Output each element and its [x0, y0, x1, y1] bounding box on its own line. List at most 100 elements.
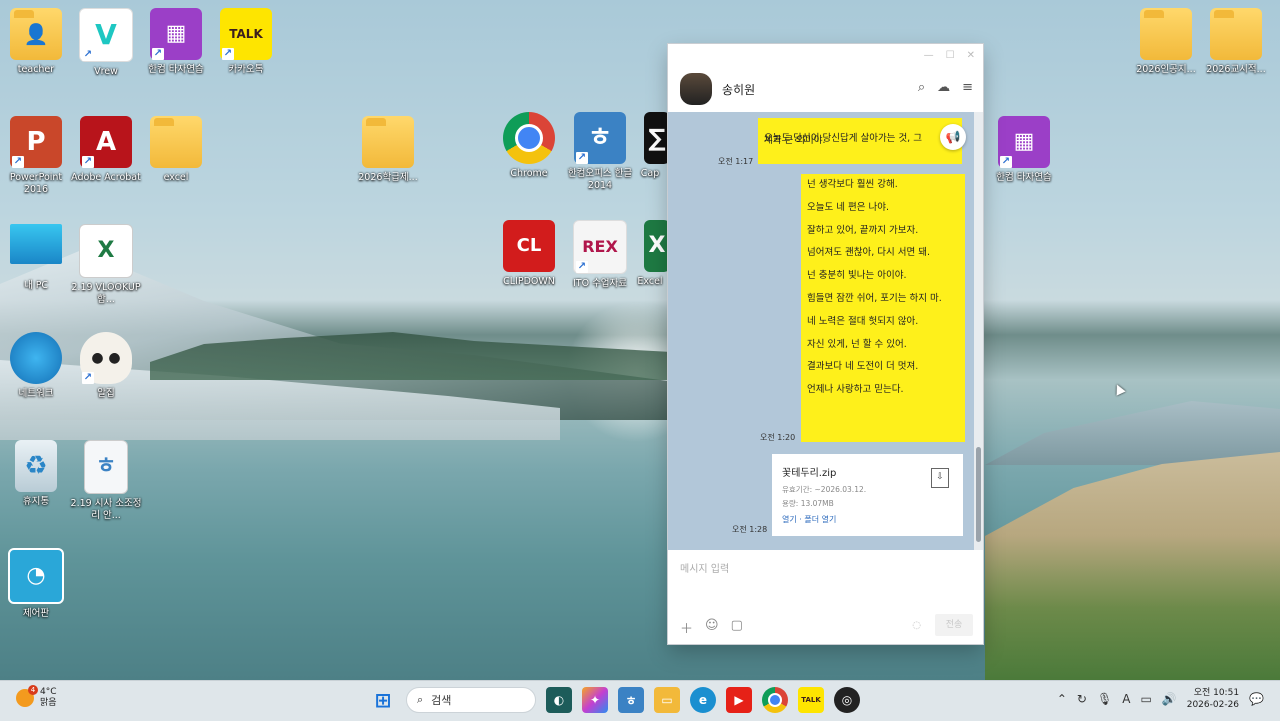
wallpaper-mountain-right [985, 401, 1280, 465]
copilot-app-icon[interactable]: ◐ [546, 687, 572, 713]
download-icon[interactable]: ⇩ [931, 468, 949, 488]
search-icon: ⌕ [417, 693, 424, 706]
edge-icon[interactable]: e [690, 687, 716, 713]
weather-sun-icon: 4 [16, 685, 38, 707]
desktop-icon-vrew[interactable]: V ↗ Vrew [70, 8, 142, 78]
desktop-icon-teacher[interactable]: 👤 teacher [0, 8, 72, 76]
youtube-icon[interactable]: ▶ [726, 687, 752, 713]
volume-icon[interactable]: 🔊 [1162, 692, 1177, 706]
network-icon[interactable]: ▭ [1140, 692, 1151, 706]
message-time: 오전 1:17 [718, 157, 754, 166]
message-bubble[interactable]: 오늘도 당신이 당신답게 살아가는 것, 그 체가 큰 의미야. [758, 118, 962, 164]
desktop-icon-chrome[interactable]: Chrome [493, 112, 565, 180]
message-bubble[interactable]: 넌 생각보다 훨씬 강해. 오늘도 네 편은 나야. 잘하고 있어, 끝까지 가… [801, 174, 965, 442]
weather-temp: 4°C [40, 687, 57, 697]
chat-header: 송히원 ⌕ ☁ ≡ [668, 66, 983, 112]
weather-widget[interactable]: 4 4°C 맑음 [16, 685, 57, 709]
scrollbar[interactable] [974, 112, 983, 550]
desktop-icon-folder-2026[interactable]: 2026학급제... [352, 116, 424, 184]
desktop-icon-powerpoint[interactable]: P ↗ PowerPoint 2016 [0, 116, 72, 196]
desktop-icon-excel-folder[interactable]: excel [140, 116, 212, 184]
message-list[interactable]: 오전 1:17 오늘도 당신이 당신답게 살아가는 것, 그 체가 큰 의미야.… [668, 112, 974, 550]
obs-icon[interactable]: ◎ [834, 687, 860, 713]
minimize-icon[interactable]: — [924, 50, 934, 61]
copilot-icon[interactable]: ✦ [582, 687, 608, 713]
icon-label: 2026학급제... [358, 172, 418, 183]
rex-icon: REX ↗ [573, 220, 627, 274]
desktop-icon-hancom-office[interactable]: ㅎ ↗ 한컴오피스 한글 2014 [564, 112, 636, 192]
avatar[interactable] [680, 73, 712, 105]
folder-icon: 👤 [10, 8, 62, 60]
message-line: 오늘도 당신이 당신답게 살아가는 것, 그 [764, 133, 922, 144]
search-box[interactable]: ⌕ 검색 [406, 687, 536, 713]
hangul-icon: ㅎ ↗ [574, 112, 626, 164]
kakaotalk-taskbar-icon[interactable]: TALK [798, 687, 824, 713]
desktop-icon-cap[interactable]: ∑ Cap [632, 112, 668, 180]
desktop-icon-doc-219[interactable]: ㅎ 2.19 시사 소조정리 안... [70, 440, 142, 522]
desktop-icon-control[interactable]: ◔ 제어판 [0, 548, 72, 620]
desktop-icon-recycle[interactable]: ♻ 휴지통 [0, 440, 72, 508]
message-time: 오전 1:20 [760, 433, 796, 442]
folder-icon [1210, 8, 1262, 60]
voice-icon[interactable]: ◌ [912, 620, 921, 631]
add-icon[interactable]: ＋ [680, 618, 693, 637]
search-icon[interactable]: ⌕ [918, 80, 925, 95]
icon-label: 휴지통 [22, 496, 50, 507]
hangul-taskbar-icon[interactable]: ㅎ [618, 687, 644, 713]
desktop-icon-acrobat[interactable]: A ↗ Adobe Acrobat [70, 116, 142, 184]
desktop-icon-ito[interactable]: REX ↗ ITO 수업자료 [564, 220, 636, 290]
contact-name: 송히원 [722, 82, 756, 97]
desktop-icon-network[interactable]: 네트워크 [0, 332, 72, 400]
icon-label: 2026교시적... [1206, 64, 1266, 75]
desktop-icon-folder-a[interactable]: 2026인공지... [1130, 8, 1202, 76]
desktop-icon-folder-b[interactable]: 2026교시적... [1200, 8, 1272, 76]
message-line: 결과보다 네 도전이 더 멋져. [807, 361, 919, 373]
scrollbar-thumb[interactable] [976, 447, 981, 542]
microphone-icon[interactable]: 🎙 [1097, 692, 1112, 706]
file-message[interactable]: 꽃테두리.zip 유효기간: ~2026.03.12. 용량: 13.07MB … [772, 454, 963, 536]
weather-badge: 4 [28, 685, 38, 695]
icon-label: ITO 수업자료 [572, 278, 628, 289]
notification-icon[interactable]: 💬 [1249, 692, 1264, 706]
desktop-icon-alzip[interactable]: ● ● ↗ 알집 [70, 332, 142, 400]
desktop-icon-kakaotalk[interactable]: TALK ↗ 카카오톡 [210, 8, 282, 76]
menu-icon[interactable]: ≡ [962, 80, 973, 95]
ime-icon[interactable]: A [1122, 692, 1130, 706]
folder-icon [150, 116, 202, 168]
desktop-icon-typing2[interactable]: ▦ ↗ 한컴 타자연습 [988, 116, 1060, 184]
desktop-icon-excel[interactable]: X Excel [632, 220, 668, 288]
message-time: 오전 1:28 [732, 525, 768, 534]
announcement-icon[interactable]: 📢 [940, 124, 966, 150]
desktop-icon-hancom-typing[interactable]: ▦ ↗ 한컴 타자연습 [140, 8, 212, 76]
hwp-file-icon: ㅎ [84, 440, 128, 494]
chrome-taskbar-icon[interactable] [762, 687, 788, 713]
folder-icon [1140, 8, 1192, 60]
desktop-icon-my-pc[interactable]: 내 PC [0, 224, 72, 292]
send-button[interactable]: 전송 [935, 614, 973, 636]
message-input[interactable]: 메시지 입력 [680, 560, 729, 575]
icon-label: 한컴 타자연습 [148, 64, 204, 75]
shortcut-arrow-icon: ↗ [152, 48, 164, 60]
keyboard-icon: ▦ ↗ [150, 8, 202, 60]
chevron-up-icon[interactable]: ⌃ [1057, 692, 1067, 706]
search-placeholder: 검색 [431, 694, 452, 707]
icon-label: 내 PC [23, 280, 49, 291]
icon-label: 2.19 VLOOKUP함... [71, 282, 141, 305]
desktop-icon-vlookup[interactable]: X 2.19 VLOOKUP함... [70, 224, 142, 306]
file-explorer-icon[interactable]: ▭ [654, 687, 680, 713]
icon-label: Cap [640, 168, 660, 179]
refresh-icon[interactable]: ↻ [1077, 692, 1087, 706]
maximize-icon[interactable]: ☐ [946, 50, 955, 61]
file-actions[interactable]: 열기 · 폴더 열기 [782, 514, 836, 525]
close-icon[interactable]: ✕ [967, 50, 975, 61]
clock[interactable]: 오전 10:51 2026-02-26 [1187, 687, 1239, 711]
file-attach-icon[interactable]: ▢ [731, 618, 743, 637]
desktop-icon-clipdown[interactable]: CL CLIPDOWN [493, 220, 565, 288]
icon-label: CLIPDOWN [503, 276, 555, 287]
shortcut-arrow-icon: ↗ [576, 261, 588, 273]
windows-start-icon[interactable]: ⊞ [370, 687, 396, 713]
emoji-icon[interactable]: ☺ [705, 618, 719, 637]
cloud-icon[interactable]: ☁ [937, 80, 950, 95]
recycle-bin-icon: ♻ [15, 440, 57, 492]
icon-label: 한컴오피스 한글 2014 [567, 168, 633, 191]
